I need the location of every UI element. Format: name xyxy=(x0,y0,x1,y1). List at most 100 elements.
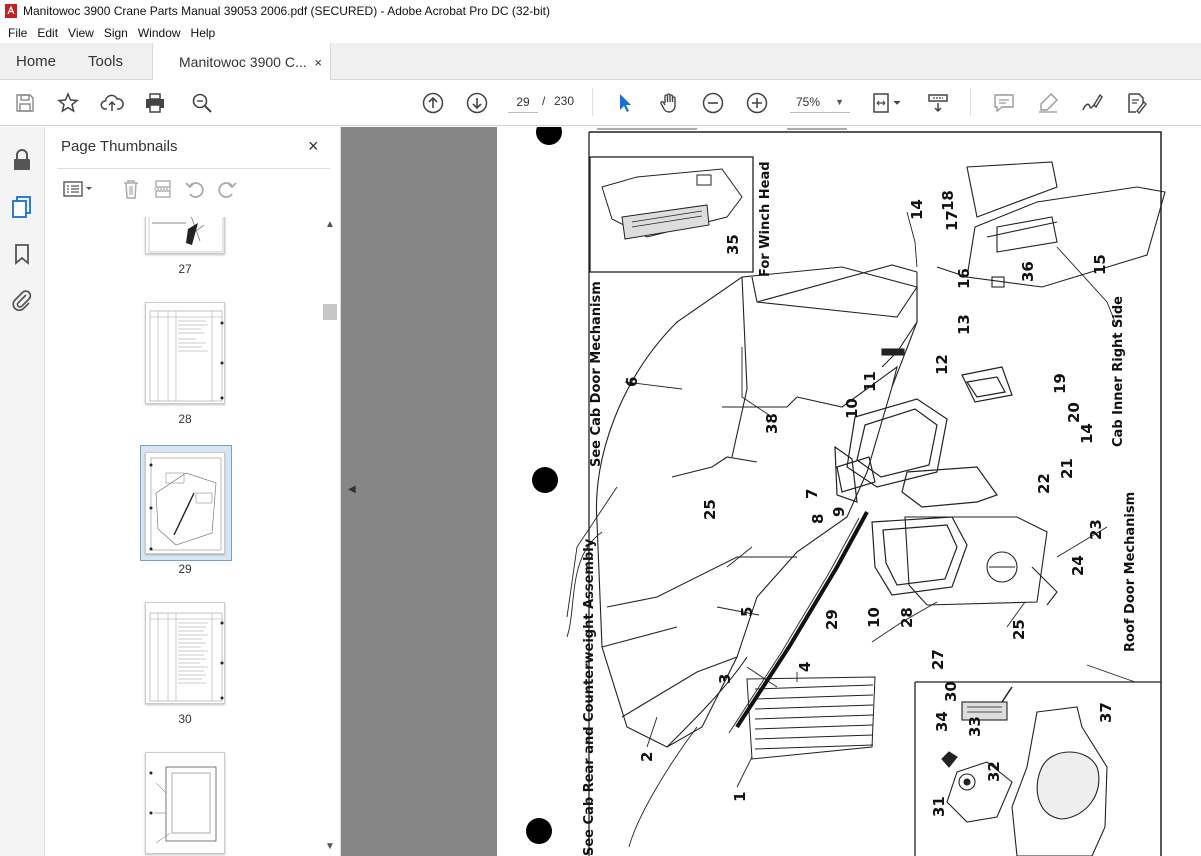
rotate-right-icon[interactable] xyxy=(215,177,239,201)
callout-37: 37 xyxy=(1097,702,1115,723)
callout-34: 34 xyxy=(933,711,951,732)
window-title: Manitowoc 3900 Crane Parts Manual 39053 … xyxy=(23,4,550,18)
toolbar-divider xyxy=(970,88,971,116)
page-up-icon[interactable] xyxy=(421,91,445,115)
tab-home[interactable]: Home xyxy=(16,43,56,80)
label-cab-rear: See Cab Rear and Counterweight Assembly xyxy=(582,538,597,856)
toolbar-divider xyxy=(592,88,593,116)
fit-page-icon[interactable] xyxy=(870,91,906,115)
menu-help[interactable]: Help xyxy=(186,26,221,40)
zoom-level-value: 75% xyxy=(796,95,821,109)
callout-23: 23 xyxy=(1087,519,1105,540)
callout-15: 15 xyxy=(1091,254,1109,275)
sign-icon[interactable] xyxy=(1080,91,1104,115)
select-cursor-icon[interactable] xyxy=(613,91,637,115)
zoom-in-icon[interactable] xyxy=(745,91,769,115)
scrollbar-thumb[interactable] xyxy=(323,304,337,320)
navigation-rail xyxy=(0,127,45,856)
thumbnails-header: Page Thumbnails xyxy=(61,138,178,155)
menu-sign[interactable]: Sign xyxy=(99,26,133,40)
comment-icon[interactable] xyxy=(992,91,1016,115)
upload-icon[interactable] xyxy=(100,91,124,115)
pages-icon[interactable] xyxy=(10,195,34,219)
thumbnail-list: 27 28 29 30 31 xyxy=(45,217,341,856)
callout-16: 16 xyxy=(955,268,973,289)
pdf-page: For Winch Head See Cab Door Mechanism Ca… xyxy=(497,127,1201,856)
delete-page-icon[interactable] xyxy=(119,177,143,201)
thumbnail-label: 29 xyxy=(178,562,192,576)
callout-3: 3 xyxy=(716,674,734,684)
options-menu-icon[interactable] xyxy=(61,177,97,201)
tab-close-icon[interactable]: × xyxy=(314,55,322,70)
thumbnail-scrollbar[interactable]: ▲ ▼ xyxy=(322,217,338,856)
hand-icon[interactable] xyxy=(657,91,681,115)
zoom-level-select[interactable]: 75% ▼ xyxy=(790,91,850,113)
collapse-panel-icon[interactable]: ◀ xyxy=(348,484,356,495)
callout-25a: 25 xyxy=(701,499,719,520)
callout-20: 20 xyxy=(1065,402,1083,423)
attachment-icon[interactable] xyxy=(10,288,34,312)
label-cab-inner: Cab Inner Right Side xyxy=(1111,296,1126,447)
thumbnails-panel: Page Thumbnails × 27 28 29 30 ▲ ▼ xyxy=(45,127,341,856)
tab-document-label: Manitowoc 3900 C... xyxy=(179,54,307,70)
callout-24: 24 xyxy=(1069,555,1087,576)
menu-file[interactable]: File xyxy=(3,26,32,40)
page-down-icon[interactable] xyxy=(465,91,489,115)
callout-7: 7 xyxy=(803,489,821,499)
scroll-up-icon[interactable]: ▲ xyxy=(325,219,335,230)
extract-page-icon[interactable] xyxy=(151,177,175,201)
tab-tools[interactable]: Tools xyxy=(88,43,123,80)
lock-icon[interactable] xyxy=(10,148,34,172)
callout-18: 18 xyxy=(939,190,957,211)
callout-8: 8 xyxy=(809,514,827,524)
callout-30: 30 xyxy=(942,681,960,702)
scroll-down-icon[interactable]: ▼ xyxy=(325,841,335,852)
callout-32: 32 xyxy=(985,761,1003,782)
callout-27: 27 xyxy=(929,649,947,670)
scroll-mode-icon[interactable] xyxy=(926,91,950,115)
fill-sign-icon[interactable] xyxy=(1124,91,1148,115)
callout-12: 12 xyxy=(933,354,951,375)
thumbnail-image xyxy=(145,452,225,554)
callout-14b: 14 xyxy=(1078,423,1096,444)
highlight-icon[interactable] xyxy=(1036,91,1060,115)
menu-window[interactable]: Window xyxy=(133,26,186,40)
bookmark-icon[interactable] xyxy=(10,242,34,266)
menu-edit[interactable]: Edit xyxy=(32,26,63,40)
callout-13: 13 xyxy=(955,314,973,335)
thumbnail-toolbar xyxy=(57,175,317,203)
close-panel-icon[interactable]: × xyxy=(308,136,319,157)
thumbnail-image xyxy=(145,302,225,404)
callout-22: 22 xyxy=(1035,473,1053,494)
binder-hole xyxy=(536,127,562,145)
zoom-search-icon[interactable] xyxy=(190,91,214,115)
label-winch-head: For Winch Head xyxy=(758,161,773,277)
callout-10b: 10 xyxy=(865,607,883,628)
callout-10a: 10 xyxy=(843,398,861,419)
thumbnail-label: 28 xyxy=(178,412,192,426)
thumbnail-image xyxy=(145,217,225,254)
callout-2: 2 xyxy=(638,752,656,762)
callout-31: 31 xyxy=(930,796,948,817)
zoom-out-icon[interactable] xyxy=(701,91,725,115)
page-separator: / xyxy=(542,94,546,108)
label-cab-door: See Cab Door Mechanism xyxy=(589,281,604,467)
save-icon[interactable] xyxy=(13,91,37,115)
print-icon[interactable] xyxy=(143,91,167,115)
thumbnail-label: 30 xyxy=(178,712,192,726)
callout-11: 11 xyxy=(861,371,879,392)
callout-4: 4 xyxy=(796,662,814,672)
rotate-left-icon[interactable] xyxy=(183,177,207,201)
bookmark-star-icon[interactable] xyxy=(56,91,80,115)
exploded-parts-drawing: For Winch Head See Cab Door Mechanism Ca… xyxy=(526,127,1166,856)
menu-view[interactable]: View xyxy=(63,26,99,40)
callout-28: 28 xyxy=(898,607,916,628)
title-bar: Manitowoc 3900 Crane Parts Manual 39053 … xyxy=(0,0,1201,22)
callout-19: 19 xyxy=(1051,373,1069,394)
callout-14a: 14 xyxy=(908,199,926,220)
page-number-input[interactable]: 29 xyxy=(508,91,538,113)
document-canvas[interactable]: ◀ For Winch Head See Cab Door Mechanism … xyxy=(341,127,1201,856)
binder-hole xyxy=(532,467,558,493)
callout-1: 1 xyxy=(731,792,749,802)
tab-document[interactable]: Manitowoc 3900 C... × xyxy=(152,43,331,81)
